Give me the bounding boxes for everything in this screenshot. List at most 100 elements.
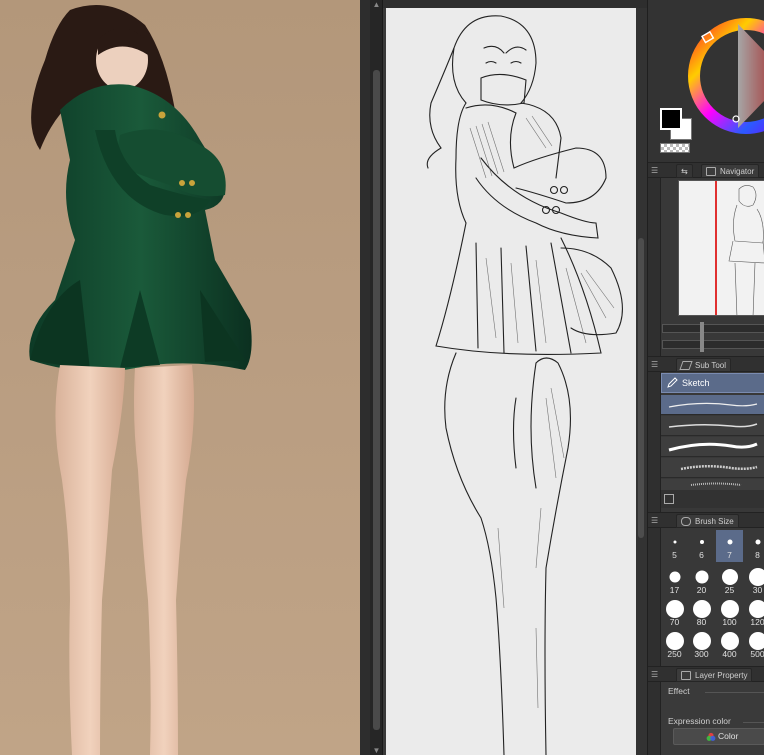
brush-size-dot [665, 632, 684, 650]
rotate-slider[interactable] [662, 340, 764, 349]
canvas-scrollbar-thumb[interactable] [638, 238, 644, 538]
transparent-color-swatch[interactable] [660, 143, 690, 153]
brush-size-dot [720, 632, 739, 650]
brush-size-option[interactable]: 25 [716, 565, 743, 597]
subtool-panel-header: ☰ Sub Tool [648, 356, 764, 372]
brushsize-panel-header: ☰ Brush Size [648, 512, 764, 528]
scroll-down-icon[interactable]: ▼ [370, 746, 383, 755]
brush-size-option[interactable]: 6 [688, 530, 715, 562]
brush-size-option[interactable]: 300 [688, 629, 715, 661]
slider-knob[interactable] [700, 322, 704, 352]
brush-preset-2[interactable] [661, 416, 764, 436]
brush-size-dot [665, 600, 684, 618]
color-wheel-panel [648, 0, 764, 162]
brush-size-dot [727, 539, 732, 545]
brush-size-option[interactable]: 7 [716, 530, 743, 562]
canvas-right-scrollbar[interactable] [636, 8, 647, 755]
subtool-footer [661, 490, 764, 508]
brush-size-option[interactable]: 500 [744, 629, 764, 661]
brush-size-option[interactable]: 80 [688, 597, 715, 629]
tab-navigator[interactable]: Navigator [701, 164, 760, 178]
brush-stroke-preview [668, 442, 758, 452]
brush-size-dot [748, 632, 764, 650]
navigator-view-frame[interactable] [715, 181, 717, 315]
brush-stroke-preview [668, 423, 758, 428]
brush-size-option[interactable]: 8 [744, 530, 764, 562]
brush-size-value: 8 [755, 550, 760, 560]
brush-size-option[interactable]: 5 [661, 530, 688, 562]
tab-navigator-label: Navigator [720, 167, 755, 176]
layerprop-panel-header: ☰ Layer Property [648, 666, 764, 682]
brush-size-dot [669, 571, 680, 583]
brush-size-option[interactable]: 70 [661, 597, 688, 629]
brush-size-value: 120 [750, 617, 764, 627]
brush-size-option[interactable]: 250 [661, 629, 688, 661]
brush-preset-4[interactable] [661, 458, 764, 478]
menu-icon[interactable]: ☰ [651, 360, 658, 369]
canvas-vertical-scrollbar[interactable]: ▲ ▼ [370, 0, 383, 755]
brush-size-value: 100 [722, 617, 737, 627]
sketch-drawing [426, 15, 623, 755]
brush-size-dot [673, 540, 676, 544]
subtool-settings-icon[interactable] [664, 494, 674, 504]
brush-size-icon [681, 517, 691, 526]
navigator-thumbnail [728, 185, 764, 315]
brush-size-option[interactable]: 20 [688, 565, 715, 597]
expression-color-label: Expression color [668, 716, 731, 726]
brush-size-option[interactable]: 400 [716, 629, 743, 661]
expression-divider [743, 722, 764, 723]
zoom-slider[interactable] [662, 324, 764, 333]
brush-size-option[interactable]: 30 [744, 565, 764, 597]
navigator-sliders[interactable] [662, 322, 764, 352]
subtool-group-label: Sketch [682, 378, 710, 388]
brush-size-value: 20 [696, 585, 707, 595]
menu-icon[interactable]: ☰ [651, 516, 658, 525]
subtool-group-sketch[interactable]: Sketch [661, 373, 764, 393]
drawing-canvas[interactable] [386, 8, 636, 755]
brush-size-dot [692, 632, 711, 650]
brush-size-dot [695, 570, 708, 584]
brush-size-value: 300 [694, 649, 709, 659]
menu-icon[interactable]: ☰ [651, 670, 658, 679]
brush-size-option[interactable]: 100 [716, 597, 743, 629]
brush-size-dot [748, 600, 764, 618]
menu-icon[interactable]: ☰ [651, 166, 658, 175]
tab-sub-tool-label: Sub Tool [695, 361, 726, 370]
navigator-preview[interactable] [678, 180, 764, 316]
color-wheel[interactable] [648, 0, 764, 162]
brush-size-dot [720, 600, 739, 618]
scroll-up-icon[interactable]: ▲ [370, 0, 383, 9]
tab-brush-size[interactable]: Brush Size [676, 514, 739, 528]
effect-divider [705, 692, 764, 693]
brush-size-value: 6 [699, 550, 704, 560]
brush-size-value: 250 [667, 649, 682, 659]
effect-label: Effect [668, 686, 690, 696]
foreground-color-swatch[interactable] [660, 108, 682, 130]
brush-size-option[interactable]: 17 [661, 565, 688, 597]
brush-size-value: 17 [669, 585, 680, 595]
brush-size-dot [699, 540, 704, 544]
brush-size-value: 30 [752, 585, 763, 595]
tool-panels: ☰ ⇆ Navigator ☰ Sub Tool Sketch ☰ Brush … [647, 0, 764, 755]
brush-size-dot [721, 569, 738, 585]
tab-layer-property[interactable]: Layer Property [676, 668, 753, 682]
brush-preset-1[interactable] [661, 395, 764, 415]
color-button-label: Color [718, 731, 739, 741]
brush-size-dot [692, 600, 711, 618]
brush-size-option[interactable]: 120 [744, 597, 764, 629]
expression-color-dropdown[interactable]: Color [673, 728, 764, 745]
scrollbar-thumb[interactable] [373, 70, 380, 730]
brush-size-value: 400 [722, 649, 737, 659]
panel-gap [360, 0, 370, 755]
color-icon [706, 732, 716, 741]
navigator-icon [706, 167, 716, 176]
tab-other-icon[interactable]: ⇆ [676, 164, 693, 178]
canvas-top-bar [383, 0, 647, 8]
tab-brush-size-label: Brush Size [695, 517, 734, 526]
tab-sub-tool[interactable]: Sub Tool [676, 358, 731, 372]
brush-stroke-preview [680, 465, 758, 471]
brush-preset-3[interactable] [661, 437, 764, 457]
brush-size-value: 7 [727, 550, 732, 560]
canvas-area[interactable] [383, 0, 647, 755]
brush-size-value: 500 [750, 649, 764, 659]
